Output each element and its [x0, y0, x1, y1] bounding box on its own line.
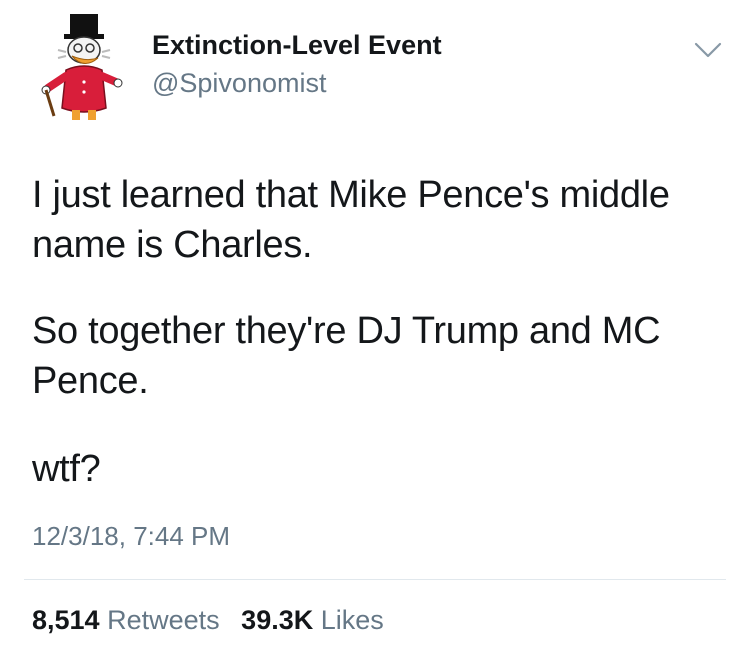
retweets-count: 8,514 — [32, 605, 100, 635]
likes-stat[interactable]: 39.3K Likes — [241, 605, 384, 636]
likes-label: Likes — [320, 605, 384, 635]
tweet-text-paragraph: wtf? — [32, 448, 101, 490]
chevron-down-icon — [694, 42, 722, 58]
user-handle[interactable]: @Spivonomist — [152, 68, 326, 99]
tweet-menu-button[interactable] — [690, 36, 726, 64]
retweets-stat[interactable]: 8,514 Retweets — [32, 605, 220, 636]
avatar[interactable] — [36, 12, 132, 124]
divider — [24, 579, 726, 580]
tweet-card: Extinction-Level Event @Spivonomist I ju… — [0, 0, 749, 662]
tweet-text-paragraph: I just learned that Mike Pence's middle … — [32, 174, 670, 266]
tweet-text-paragraph: So together they're DJ Trump and MC Penc… — [32, 310, 661, 402]
tweet-timestamp[interactable]: 12/3/18, 7:44 PM — [32, 521, 230, 552]
cartoon-duck-avatar-icon — [41, 14, 123, 120]
tweet-stats: 8,514 Retweets 39.3K Likes — [32, 605, 398, 636]
retweets-label: Retweets — [107, 605, 220, 635]
display-name[interactable]: Extinction-Level Event — [152, 30, 442, 61]
likes-count: 39.3K — [241, 605, 314, 635]
